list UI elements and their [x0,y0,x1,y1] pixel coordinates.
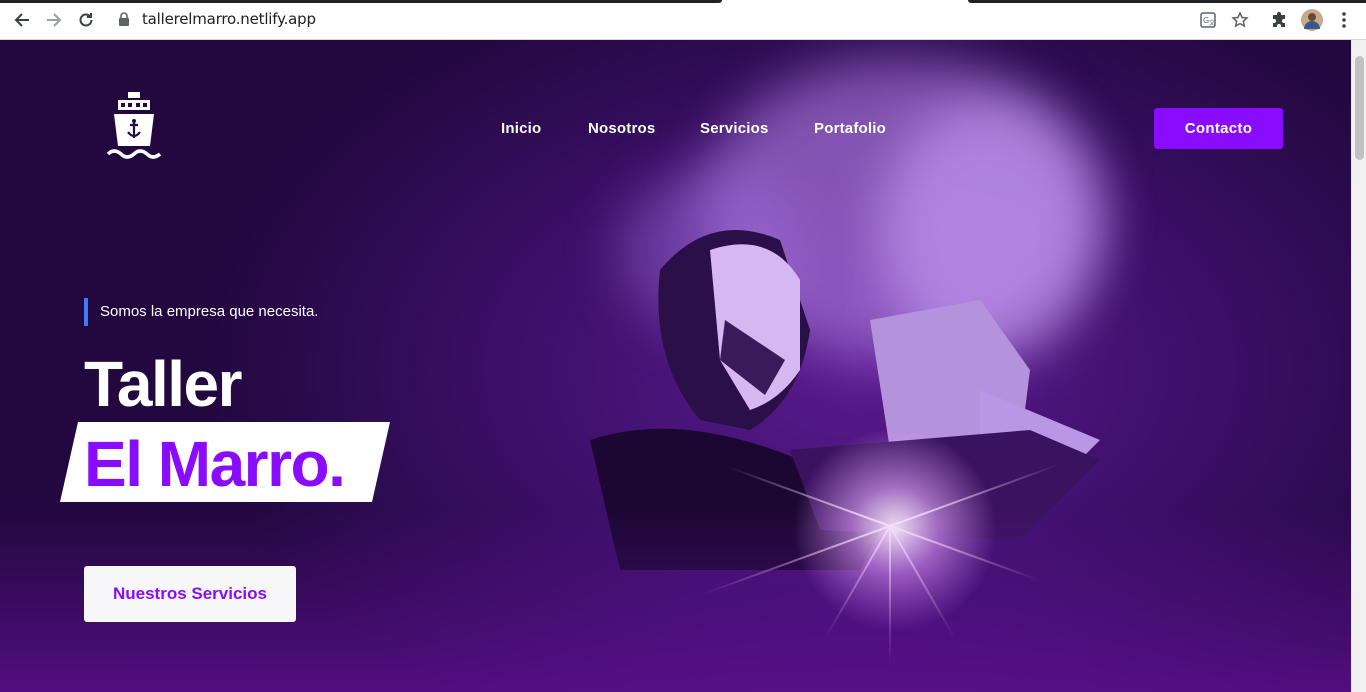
hero-section: Inicio Nosotros Servicios Portafolio Con… [0,40,1351,692]
reload-icon[interactable] [73,7,99,33]
hero-title-line1: Taller [84,348,243,420]
page-scrollbar[interactable] [1351,40,1366,692]
forward-icon[interactable] [41,7,67,33]
nav-link-portafolio[interactable]: Portafolio [814,120,886,137]
nav-link-servicios[interactable]: Servicios [700,120,769,137]
back-icon[interactable] [9,7,35,33]
address-bar-url[interactable]: tallerelmarro.netlify.app [142,10,316,28]
tagline-accent-bar [84,298,88,326]
tab-strip [0,0,722,3]
hero-tagline: Somos la empresa que necesita. [100,303,319,320]
extensions-icon[interactable] [1266,7,1292,33]
translate-icon[interactable]: G文 [1195,7,1221,33]
scrollbar-thumb[interactable] [1355,56,1364,160]
nav-link-inicio[interactable]: Inicio [501,120,541,137]
nav-link-nosotros[interactable]: Nosotros [588,120,655,137]
services-button[interactable]: Nuestros Servicios [84,566,296,622]
svg-text:文: 文 [1209,19,1215,27]
browser-toolbar: tallerelmarro.netlify.app G文 [0,0,1366,40]
lock-icon[interactable] [118,12,130,31]
menu-icon[interactable] [1331,7,1357,33]
ship-icon[interactable] [106,92,162,164]
profile-avatar[interactable] [1299,7,1325,33]
hero-title-line2: El Marro. [84,428,346,500]
tab-strip [968,0,1366,3]
bookmark-star-icon[interactable] [1227,7,1253,33]
contact-button[interactable]: Contacto [1154,108,1283,149]
